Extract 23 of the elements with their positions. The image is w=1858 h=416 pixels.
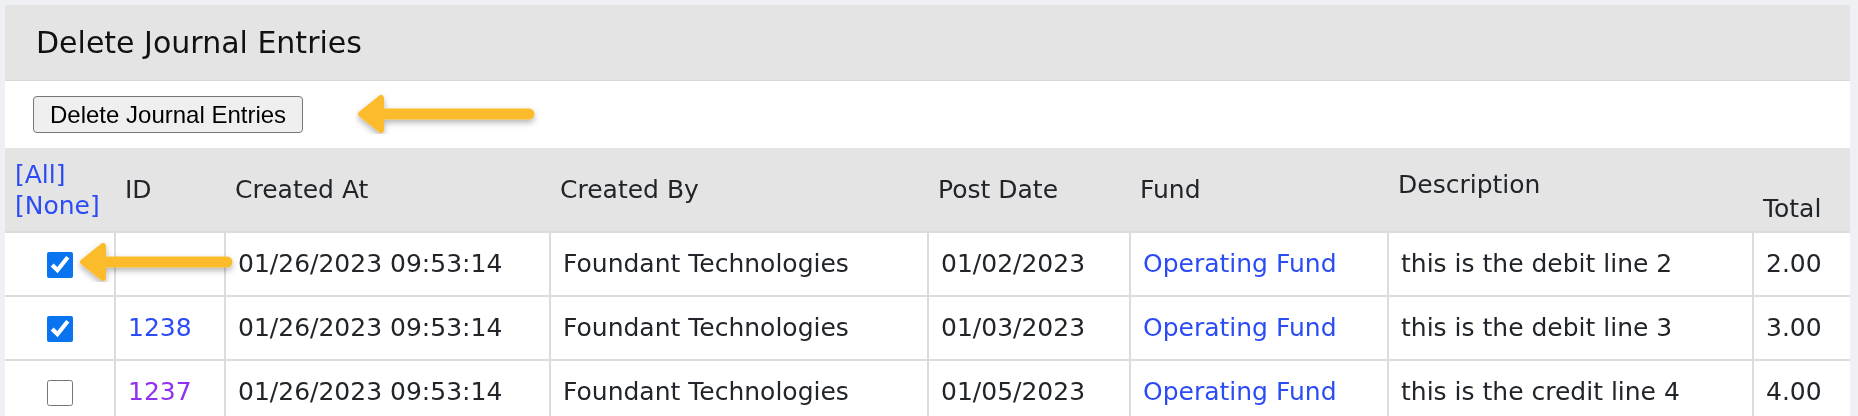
row-checkbox[interactable] (46, 380, 73, 407)
column-header: ID (125, 174, 152, 204)
table-cell: 01/26/2023 09:53:14 (225, 296, 550, 360)
column-header: Post Date (938, 174, 1058, 204)
table-cell: Foundant Technologies (550, 296, 928, 360)
row-checkbox[interactable] (46, 316, 73, 343)
table-cell: 2.00 (1753, 232, 1850, 296)
row-checkbox[interactable] (46, 252, 73, 279)
table-cell: 01/02/2023 (928, 232, 1130, 296)
column-header: Created By (560, 174, 699, 204)
column-header: Total (1763, 193, 1822, 223)
table-cell: this is the debit line 2 (1388, 232, 1753, 296)
select-link[interactable]: [None] (15, 190, 100, 220)
column-header: Fund (1140, 174, 1201, 204)
panel-title: Delete Journal Entries (36, 24, 362, 62)
table-cell: this is the debit line 3 (1388, 296, 1753, 360)
delete-button[interactable]: Delete Journal Entries (33, 95, 304, 134)
column-header: Created At (235, 174, 369, 204)
table-cell: 01/26/2023 09:53:14 (225, 232, 550, 296)
select-link[interactable]: [All] (15, 159, 66, 189)
column-header: Description (1398, 170, 1541, 199)
table-cell: 01/03/2023 (928, 296, 1130, 360)
table-cell: Foundant Technologies (550, 232, 928, 296)
